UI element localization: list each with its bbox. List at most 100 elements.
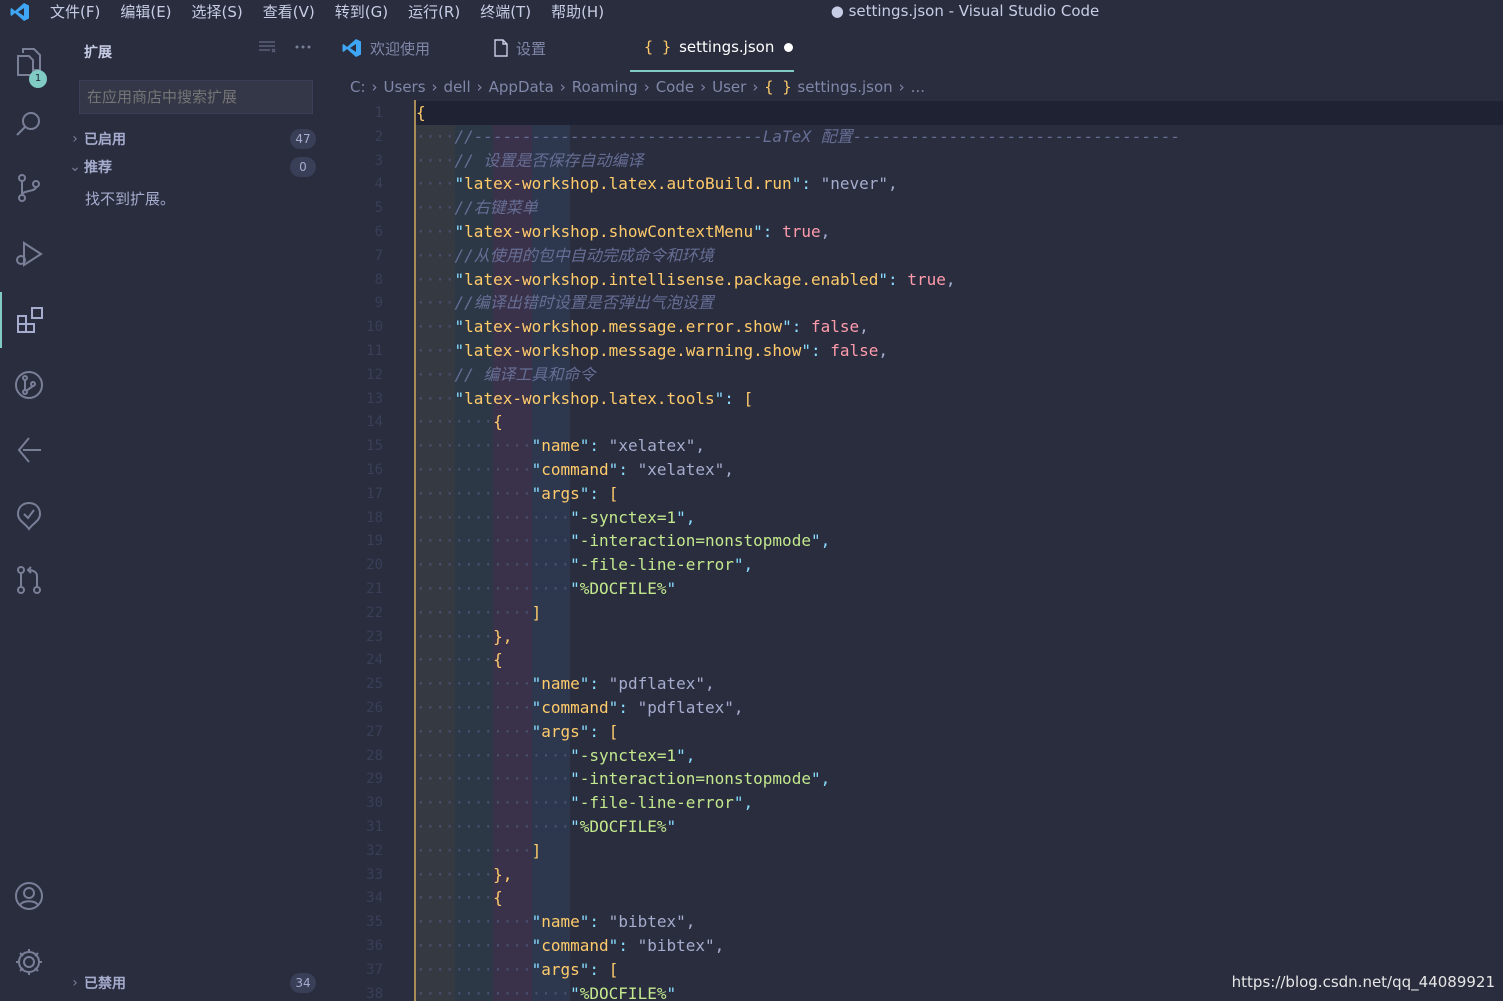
code-line[interactable]: 9 ····//编译出错时设置是否弹出气泡设置 bbox=[332, 291, 1503, 315]
menu-go[interactable]: 转到(G) bbox=[325, 1, 398, 23]
code-line[interactable]: 26 ············"command": "pdflatex", bbox=[332, 696, 1503, 720]
code-line[interactable]: 34 ········{ bbox=[332, 886, 1503, 910]
code-line[interactable]: 7 ····//从使用的包中自动完成命令和环境 bbox=[332, 244, 1503, 268]
code-line[interactable]: 19 ················"-interaction=nonstopm… bbox=[332, 529, 1503, 553]
line-number: 29 bbox=[366, 771, 383, 788]
code-line[interactable]: 6 ····"latex-workshop.showContextMenu": t… bbox=[332, 220, 1503, 244]
code-line[interactable]: 35 ············"name": "bibtex", bbox=[332, 910, 1503, 934]
code-line[interactable]: 32 ············] bbox=[332, 839, 1503, 863]
line-number: 20 bbox=[366, 557, 383, 574]
line-number: 1 bbox=[374, 105, 383, 121]
code-line[interactable]: 36 ············"command": "bibtex", bbox=[332, 934, 1503, 958]
code-line[interactable]: 16 ············"command": "xelatex", bbox=[332, 458, 1503, 482]
code-line[interactable]: 15 ············"name": "xelatex", bbox=[332, 434, 1503, 458]
code-text: ············"args": [ bbox=[416, 483, 619, 503]
line-number: 37 bbox=[366, 961, 383, 978]
breadcrumb-item[interactable]: AppData bbox=[489, 78, 554, 96]
code-text: ····// 设置是否保存自动编译 bbox=[416, 150, 644, 170]
code-text: ····"latex-workshop.message.warning.show… bbox=[416, 341, 889, 360]
code-line[interactable]: 28 ················"-synctex=1", bbox=[332, 744, 1503, 768]
window-title: ● settings.json - Visual Studio Code bbox=[830, 2, 1100, 20]
breadcrumb-item[interactable]: ... bbox=[911, 78, 925, 96]
chevron-right-icon: › bbox=[559, 78, 566, 96]
line-number: 30 bbox=[366, 795, 383, 812]
code-line[interactable]: 13 ····"latex-workshop.latex.tools": [ bbox=[332, 387, 1503, 411]
menu-view[interactable]: 查看(V) bbox=[253, 1, 325, 23]
search-icon[interactable] bbox=[0, 96, 58, 152]
code-text: ················"-synctex=1", bbox=[416, 507, 696, 527]
breadcrumb-item[interactable]: settings.json bbox=[797, 78, 892, 96]
chevron-right-icon: › bbox=[431, 78, 438, 96]
code-line[interactable]: 17 ············"args": [ bbox=[332, 482, 1503, 506]
clear-results-icon[interactable] bbox=[258, 40, 276, 58]
breadcrumb-item[interactable]: Roaming bbox=[572, 78, 638, 96]
tab-settings-json[interactable]: { } settings.json bbox=[630, 24, 794, 72]
chevron-right-icon: › bbox=[700, 78, 707, 96]
menu-help[interactable]: 帮助(H) bbox=[541, 1, 614, 23]
code-line[interactable]: 10 ····"latex-workshop.message.error.show… bbox=[332, 315, 1503, 339]
more-actions-icon[interactable] bbox=[294, 40, 312, 58]
code-line[interactable]: 31 ················"%DOCFILE%" bbox=[332, 815, 1503, 839]
code-line[interactable]: 29 ················"-interaction=nonstopm… bbox=[332, 767, 1503, 791]
breadcrumb-item[interactable]: Users bbox=[384, 78, 426, 96]
menu-terminal[interactable]: 终端(T) bbox=[470, 1, 541, 23]
code-line[interactable]: 12 ····// 编译工具和命令 bbox=[332, 363, 1503, 387]
code-line[interactable]: 4 ····"latex-workshop.latex.autoBuild.run… bbox=[332, 172, 1503, 196]
source-control-icon[interactable] bbox=[0, 160, 58, 216]
tab-welcome[interactable]: 欢迎使用 bbox=[342, 24, 482, 72]
code-text: ············"name": "xelatex", bbox=[416, 436, 706, 456]
extensions-icon[interactable] bbox=[0, 292, 60, 348]
code-line[interactable]: 20 ················"-file-line-error", bbox=[332, 553, 1503, 577]
explorer-icon[interactable]: 1 bbox=[0, 34, 58, 90]
code-line[interactable]: 2 ····//------------------------------LaT… bbox=[332, 125, 1503, 149]
code-line[interactable]: 18 ················"-synctex=1", bbox=[332, 506, 1503, 530]
remote-icon[interactable] bbox=[0, 422, 58, 478]
code-text: ····// 编译工具和命令 bbox=[416, 364, 596, 384]
explorer-badge: 1 bbox=[29, 70, 47, 88]
code-line[interactable]: 33 ········}, bbox=[332, 863, 1503, 887]
code-text: ········{ bbox=[416, 412, 503, 432]
code-editor[interactable]: 1{2 ····//------------------------------L… bbox=[332, 100, 1503, 1001]
title-bar: 文件(F) 编辑(E) 选择(S) 查看(V) 转到(G) 运行(R) 终端(T… bbox=[0, 0, 1503, 24]
code-line[interactable]: 3 ····// 设置是否保存自动编译 bbox=[332, 149, 1503, 173]
code-line[interactable]: 21 ················"%DOCFILE%" bbox=[332, 577, 1503, 601]
code-line[interactable]: 30 ················"-file-line-error", bbox=[332, 791, 1503, 815]
breadcrumb-item[interactable]: C: bbox=[350, 78, 366, 96]
menu-selection[interactable]: 选择(S) bbox=[182, 1, 253, 23]
breadcrumb-item[interactable]: dell bbox=[444, 78, 471, 96]
run-debug-icon[interactable] bbox=[0, 226, 58, 282]
extension-search-input[interactable] bbox=[79, 80, 313, 114]
unsaved-dot-icon[interactable] bbox=[784, 42, 794, 52]
tab-settings[interactable]: 设置 bbox=[494, 24, 614, 72]
line-number: 16 bbox=[366, 462, 383, 478]
line-number: 12 bbox=[366, 366, 383, 383]
code-line[interactable]: 22 ············] bbox=[332, 601, 1503, 625]
breadcrumb-item[interactable]: Code bbox=[656, 78, 694, 96]
code-text: ····"latex-workshop.latex.tools": [ bbox=[416, 388, 754, 408]
code-line[interactable]: 24 ········{ bbox=[332, 648, 1503, 672]
code-line[interactable]: 23 ········}, bbox=[332, 625, 1503, 649]
pull-request-icon[interactable] bbox=[0, 552, 58, 608]
git-graph-icon[interactable] bbox=[0, 357, 58, 413]
menu-run[interactable]: 运行(R) bbox=[398, 1, 470, 23]
section-recommended[interactable]: ⌄ 推荐 0 bbox=[66, 156, 324, 178]
section-disabled[interactable]: › 已禁用 34 bbox=[66, 972, 324, 994]
section-enabled-label: 已启用 bbox=[84, 132, 126, 148]
code-line[interactable]: 5 ····//右键菜单 bbox=[332, 196, 1503, 220]
menu-edit[interactable]: 编辑(E) bbox=[110, 1, 181, 23]
code-line[interactable]: 27 ············"args": [ bbox=[332, 720, 1503, 744]
menu-file[interactable]: 文件(F) bbox=[40, 1, 110, 23]
code-line[interactable]: 14 ········{ bbox=[332, 410, 1503, 434]
code-line[interactable]: 8 ····"latex-workshop.intellisense.packag… bbox=[332, 268, 1503, 292]
breadcrumb-item[interactable]: User bbox=[712, 78, 746, 96]
line-number: 26 bbox=[366, 700, 383, 716]
code-line[interactable]: 1{ bbox=[332, 101, 1503, 125]
settings-gear-icon[interactable] bbox=[0, 934, 58, 990]
code-line[interactable]: 11 ····"latex-workshop.message.warning.sh… bbox=[332, 339, 1503, 363]
line-number: 36 bbox=[366, 938, 383, 954]
account-icon[interactable] bbox=[0, 868, 58, 924]
test-icon[interactable] bbox=[0, 487, 58, 543]
code-line[interactable]: 25 ············"name": "pdflatex", bbox=[332, 672, 1503, 696]
line-number: 5 bbox=[374, 200, 383, 217]
section-enabled[interactable]: › 已启用 47 bbox=[66, 128, 324, 150]
